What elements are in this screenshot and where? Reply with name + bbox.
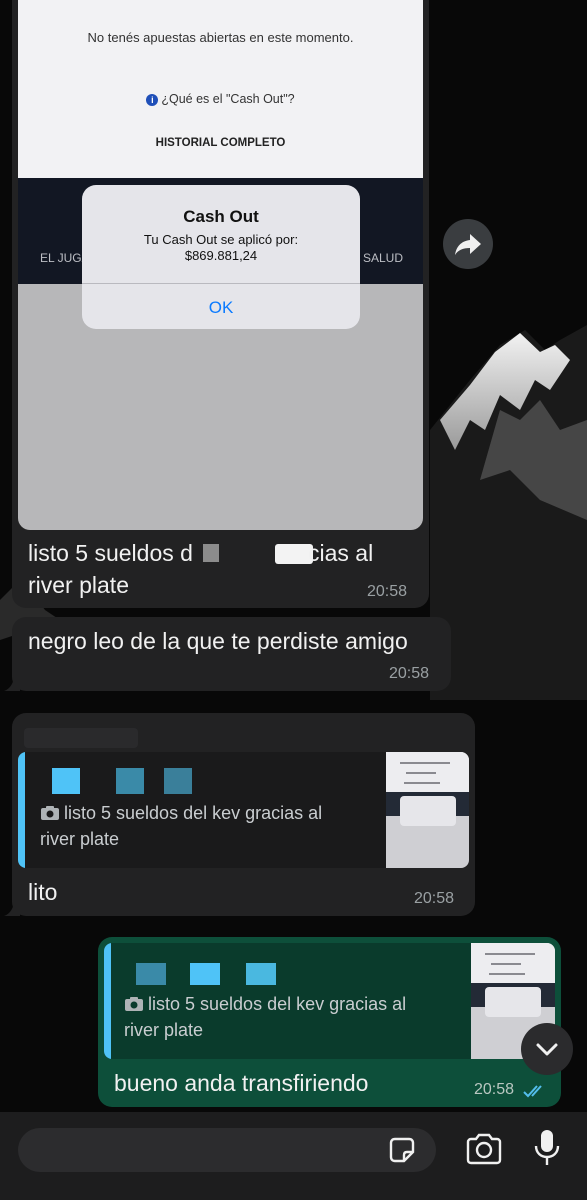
sender-name-redacted — [24, 728, 138, 748]
camera-icon[interactable] — [465, 1132, 503, 1166]
image-caption-line1-end: cias al — [308, 540, 374, 566]
message-text: lito — [28, 879, 58, 905]
quoted-message[interactable]: listo 5 sueldos del kev gracias al river… — [18, 752, 469, 868]
shared-screenshot[interactable]: No tenés apuestas abiertas en este momen… — [18, 0, 423, 530]
quoted-sender-redacted — [246, 963, 276, 985]
quoted-image-thumbnail — [386, 752, 469, 868]
message-text: negro leo de la que te perdiste amigo — [28, 628, 408, 654]
alert-title: Cash Out — [183, 207, 259, 226]
quote-accent-bar — [104, 943, 111, 1059]
cashout-alert-dialog: Cash Out Tu Cash Out se aplicó por: $869… — [82, 185, 360, 329]
message-time: 20:58 — [389, 665, 430, 682]
quoted-text-line2: river plate — [40, 829, 120, 849]
quoted-sender-redacted — [52, 768, 80, 794]
quote-accent-bar — [18, 752, 25, 868]
quoted-text: listo 5 sueldos del kev gracias al — [124, 991, 406, 1017]
alert-divider — [82, 283, 360, 284]
chevron-down-icon — [536, 1043, 558, 1056]
info-icon: i — [146, 94, 159, 106]
alert-ok-button: OK — [208, 298, 234, 317]
message-input-bar — [0, 1112, 587, 1200]
forward-arrow-icon — [455, 234, 481, 255]
image-caption-line1: listo 5 sueldos d — [28, 540, 193, 566]
quoted-sender-redacted — [190, 963, 220, 985]
alert-message: Tu Cash Out se aplicó por: — [143, 232, 299, 247]
cashout-info-link: i ¿Qué es el "Cash Out"? — [18, 92, 423, 106]
bubble-tail — [4, 900, 20, 916]
message-input[interactable] — [18, 1128, 436, 1172]
quoted-sender-redacted — [136, 963, 166, 985]
camera-icon — [125, 997, 143, 1011]
forward-button[interactable] — [443, 219, 493, 269]
scroll-to-bottom-button[interactable] — [521, 1023, 573, 1075]
redaction-mark — [203, 544, 219, 562]
microphone-icon[interactable] — [532, 1128, 562, 1168]
image-caption-line2: river plate — [28, 572, 129, 598]
sticker-icon[interactable] — [386, 1134, 418, 1166]
quoted-text-line2: river plate — [124, 1020, 204, 1040]
alert-amount: $869.881,24 — [184, 248, 258, 263]
no-bets-text: No tenés apuestas abiertas en este momen… — [87, 30, 354, 45]
bubble-tail — [4, 675, 20, 691]
message-time: 20:58 — [414, 890, 455, 907]
history-button-label: HISTORIAL COMPLETO — [155, 137, 286, 149]
double-check-icon — [523, 1085, 542, 1098]
quoted-sender-redacted — [116, 768, 144, 794]
message-time: 20:58 — [367, 583, 408, 600]
quoted-text: listo 5 sueldos del kev gracias al — [40, 800, 322, 826]
screenshot-bets-panel — [18, 0, 423, 178]
message-time: 20:58 — [474, 1081, 515, 1098]
quoted-message[interactable]: listo 5 sueldos del kev gracias al river… — [104, 943, 555, 1059]
quoted-sender-redacted — [164, 768, 192, 794]
camera-icon — [41, 806, 59, 820]
message-text: bueno anda transfiriendo — [114, 1070, 369, 1096]
